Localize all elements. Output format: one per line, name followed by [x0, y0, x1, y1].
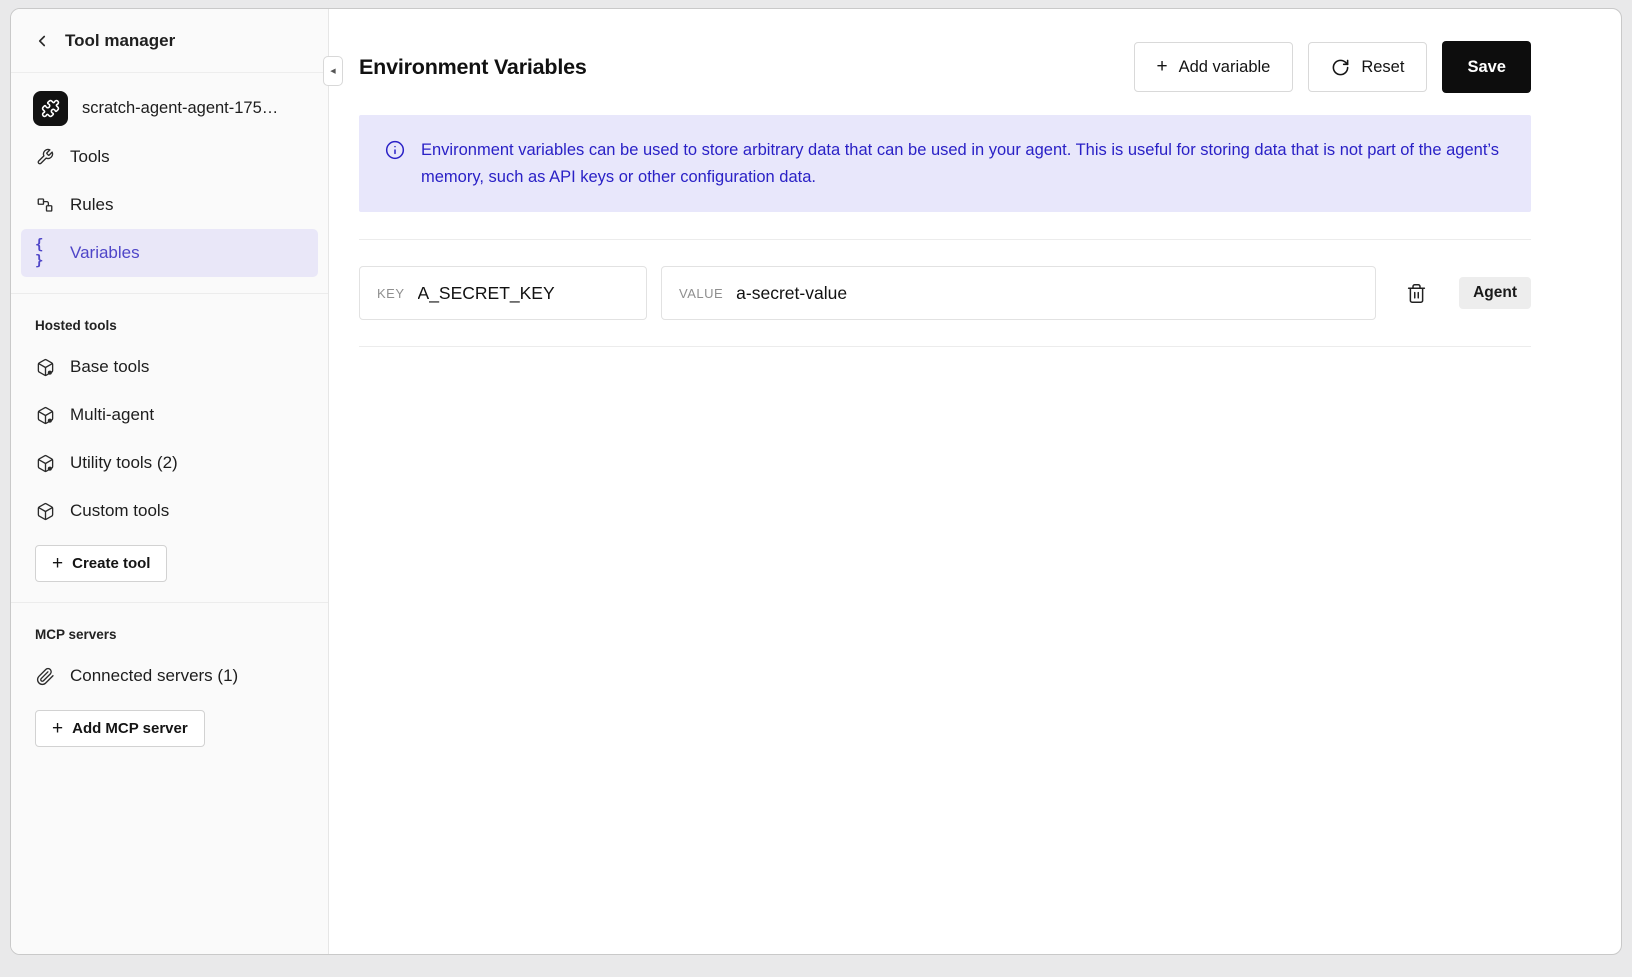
- value-field: VALUE: [661, 266, 1376, 320]
- plus-icon: +: [52, 557, 63, 571]
- sidebar-item-label: Utility tools (2): [70, 453, 178, 473]
- cube-check-icon: [35, 502, 55, 521]
- value-input[interactable]: [736, 283, 1358, 304]
- value-field-label: VALUE: [679, 286, 723, 301]
- agent-nav-group: scratch-agent-agent-175… Tools Rules { }…: [11, 73, 328, 294]
- create-tool-button[interactable]: + Create tool: [35, 545, 167, 582]
- variable-row: KEY VALUE Agent: [359, 239, 1531, 347]
- info-banner-text: Environment variables can be used to sto…: [421, 137, 1505, 190]
- agent-puzzle-icon: [33, 91, 68, 126]
- cube-icon: [35, 406, 55, 425]
- collapse-arrow-icon: ◀: [330, 67, 335, 75]
- agent-name: scratch-agent-agent-175…: [82, 99, 278, 118]
- sidebar: Tool manager scratch-agent-agent-175… To…: [11, 9, 329, 954]
- sidebar-item-multi-agent[interactable]: Multi-agent: [21, 391, 318, 439]
- cube-icon: [35, 358, 55, 377]
- sidebar-item-variables[interactable]: { } Variables: [21, 229, 318, 277]
- sidebar-item-tools[interactable]: Tools: [21, 133, 318, 181]
- toolbar: + Add variable Reset Save: [1134, 41, 1532, 93]
- add-mcp-server-label: Add MCP server: [72, 720, 188, 737]
- plus-icon: +: [52, 722, 63, 736]
- sidebar-item-label: Multi-agent: [70, 405, 154, 425]
- add-mcp-server-button[interactable]: + Add MCP server: [35, 710, 205, 747]
- sidebar-title: Tool manager: [65, 31, 175, 51]
- braces-icon: { }: [35, 237, 55, 269]
- back-chevron-icon[interactable]: [33, 32, 51, 50]
- delete-variable-button[interactable]: [1404, 281, 1429, 306]
- sidebar-item-utility-tools[interactable]: Utility tools (2): [21, 439, 318, 487]
- key-input[interactable]: [418, 283, 629, 304]
- agent-item[interactable]: scratch-agent-agent-175…: [21, 83, 318, 133]
- save-button[interactable]: Save: [1442, 41, 1531, 93]
- paperclip-icon: [35, 667, 55, 686]
- key-field-label: KEY: [377, 286, 405, 301]
- add-variable-label: Add variable: [1179, 58, 1271, 77]
- sidebar-item-rules[interactable]: Rules: [21, 181, 318, 229]
- flowchart-icon: [35, 196, 55, 214]
- sidebar-item-label: Tools: [70, 147, 110, 167]
- sidebar-item-label: Custom tools: [70, 501, 169, 521]
- info-icon: [385, 140, 405, 160]
- sidebar-item-label: Base tools: [70, 357, 149, 377]
- reset-button[interactable]: Reset: [1308, 42, 1427, 92]
- trash-icon: [1406, 283, 1427, 304]
- hosted-tools-heading: Hosted tools: [21, 304, 318, 343]
- add-variable-button[interactable]: + Add variable: [1134, 42, 1294, 92]
- sidebar-item-label: Variables: [70, 243, 140, 263]
- reset-icon: [1331, 58, 1350, 77]
- hosted-tools-group: Hosted tools Base tools Multi-agent Util…: [11, 294, 328, 603]
- app-window: Tool manager scratch-agent-agent-175… To…: [10, 8, 1622, 955]
- mcp-servers-group: MCP servers Connected servers (1) + Add …: [11, 603, 328, 767]
- sidebar-collapse-button[interactable]: ◀: [323, 56, 343, 86]
- info-banner: Environment variables can be used to sto…: [359, 115, 1531, 212]
- create-tool-label: Create tool: [72, 555, 150, 572]
- sidebar-item-base-tools[interactable]: Base tools: [21, 343, 318, 391]
- wrench-icon: [35, 148, 55, 166]
- mcp-servers-heading: MCP servers: [21, 613, 318, 652]
- sidebar-header: Tool manager: [11, 9, 328, 73]
- plus-icon: +: [1157, 60, 1168, 74]
- page-title: Environment Variables: [359, 55, 587, 80]
- scope-badge: Agent: [1459, 277, 1531, 309]
- cube-icon: [35, 454, 55, 473]
- main-header: Environment Variables + Add variable Res…: [359, 41, 1531, 93]
- main-content: Environment Variables + Add variable Res…: [329, 9, 1621, 954]
- reset-label: Reset: [1361, 58, 1404, 77]
- sidebar-item-label: Rules: [70, 195, 113, 215]
- sidebar-item-custom-tools[interactable]: Custom tools: [21, 487, 318, 535]
- key-field: KEY: [359, 266, 647, 320]
- sidebar-item-label: Connected servers (1): [70, 666, 238, 686]
- sidebar-item-connected-servers[interactable]: Connected servers (1): [21, 652, 318, 700]
